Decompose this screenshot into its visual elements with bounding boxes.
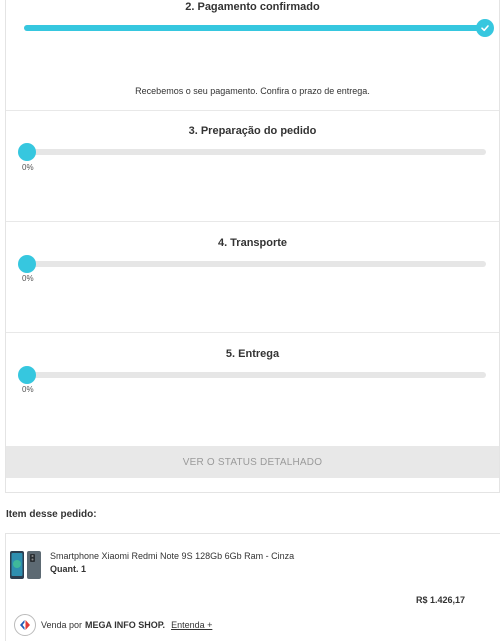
progress-track: [24, 261, 486, 267]
progress-fill: [24, 25, 486, 31]
check-icon: [476, 19, 494, 37]
product-thumbnail[interactable]: [9, 550, 43, 580]
seller-info: Venda por MEGA INFO SHOP. Entenda +: [14, 614, 212, 636]
progress-percent: 0%: [22, 274, 34, 283]
step-title: 3. Preparação do pedido: [188, 125, 317, 137]
progress-knob: [18, 255, 36, 273]
product-quantity: Quant. 1: [50, 564, 87, 574]
progress-track: [24, 149, 486, 155]
product-price: R$ 1.426,17: [415, 595, 465, 605]
step-order-preparation: 3. Preparação do pedido 0%: [6, 111, 499, 222]
carrefour-logo: [14, 614, 36, 636]
step-delivery: 5. Entrega 0%: [6, 333, 499, 446]
order-status-panel: 2. Pagamento confirmado Recebemos o seu …: [5, 0, 500, 493]
step-message: Recebemos o seu pagamento. Confira o pra…: [135, 86, 370, 96]
seller-prefix: Venda por: [41, 620, 83, 630]
product-name[interactable]: Smartphone Xiaomi Redmi Note 9S 128Gb 6G…: [50, 551, 294, 561]
step-payment-confirmed: 2. Pagamento confirmado Recebemos o seu …: [6, 0, 499, 111]
progress-percent: 0%: [22, 163, 34, 172]
learn-more-link[interactable]: Entenda +: [171, 620, 212, 630]
step-title: 5. Entrega: [225, 348, 280, 360]
step-transport: 4. Transporte 0%: [6, 222, 499, 333]
progress-knob: [18, 366, 36, 384]
progress-knob: [18, 143, 36, 161]
seller-name: MEGA INFO SHOP.: [85, 620, 166, 630]
progress-percent: 0%: [22, 385, 34, 394]
step-title: 4. Transporte: [217, 237, 288, 249]
progress-track: [24, 25, 486, 31]
order-item: Smartphone Xiaomi Redmi Note 9S 128Gb 6G…: [5, 533, 500, 641]
items-heading: Item desse pedido:: [6, 509, 97, 520]
step-title: 2. Pagamento confirmado: [185, 1, 320, 13]
progress-track: [24, 372, 486, 378]
detailed-status-button[interactable]: VER O STATUS DETALHADO: [6, 446, 499, 478]
